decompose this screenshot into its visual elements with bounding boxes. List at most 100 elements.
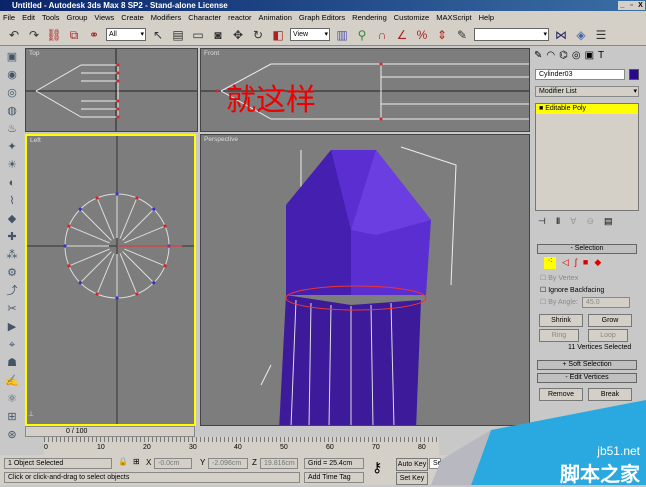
window-crossing-icon[interactable]: ◙ <box>210 27 226 43</box>
by-vertex-checkbox[interactable]: ☐ By Vertex <box>540 274 578 282</box>
bend-icon[interactable]: ⤴ <box>4 284 20 299</box>
bind-space-warp-icon[interactable]: ⚭ <box>86 27 102 43</box>
menu-group[interactable]: Group <box>67 11 88 24</box>
shrink-button[interactable]: Shrink <box>539 314 583 327</box>
spinner-snap-icon[interactable]: ⇕ <box>434 27 450 43</box>
menu-file[interactable]: File <box>3 11 15 24</box>
border-mode-icon[interactable]: ʃ <box>575 257 577 269</box>
object-name-input[interactable]: Cylinder03 <box>535 69 625 80</box>
rollout-soft-selection-header[interactable]: + Soft Selection <box>537 360 637 370</box>
auto-key-button[interactable]: Auto Key <box>396 458 428 471</box>
by-angle-checkbox[interactable]: ☐ By Angle: <box>540 298 578 306</box>
teapot-icon[interactable]: ♨ <box>4 122 20 137</box>
maximize-button[interactable]: ▫ <box>627 1 636 10</box>
pivot-icon[interactable]: ▥ <box>334 27 350 43</box>
absolute-mode-icon[interactable]: ⊞ <box>133 457 140 466</box>
viewport-perspective[interactable]: Perspective <box>200 134 530 426</box>
menu-graph-editors[interactable]: Graph Editors <box>299 11 345 24</box>
object-color-swatch[interactable] <box>629 69 639 80</box>
material-icon[interactable]: ◆ <box>4 212 20 227</box>
menu-help[interactable]: Help <box>479 11 494 24</box>
biped-icon[interactable]: ☗ <box>4 356 20 371</box>
ring-button[interactable]: Ring <box>539 329 579 342</box>
manipulate-icon[interactable]: ⚲ <box>354 27 370 43</box>
set-key-button[interactable]: Set Key <box>396 472 428 485</box>
edit-icon[interactable]: ✂ <box>4 302 20 317</box>
make-unique-icon[interactable]: ∀ <box>570 216 576 227</box>
modifier-list-dropdown[interactable]: Modifier List <box>535 86 639 97</box>
key-icon[interactable]: ⚷ <box>372 459 382 476</box>
lock-icon[interactable]: 🔒 <box>118 457 128 466</box>
rollout-edit-vertices-header[interactable]: - Edit Vertices <box>537 373 637 383</box>
close-button[interactable]: X <box>636 1 645 10</box>
scale-icon[interactable]: ◧ <box>270 27 286 43</box>
viewport-label[interactable]: Top <box>29 50 39 57</box>
helper-icon[interactable]: ✚ <box>4 230 20 245</box>
bone-icon[interactable]: ⌖ <box>4 338 20 353</box>
z-coordinate-input[interactable]: 19.816cm <box>260 458 298 469</box>
align-icon[interactable]: ◈ <box>573 27 589 43</box>
reactor-icon[interactable]: ⚛ <box>4 392 20 407</box>
menu-create[interactable]: Create <box>121 11 144 24</box>
viewport-left[interactable]: Left ⊥ <box>25 134 196 426</box>
named-selection-dropdown[interactable] <box>474 28 549 41</box>
cylinder-icon[interactable]: ◎ <box>4 86 20 101</box>
utilities-tab-icon[interactable]: T <box>598 50 604 61</box>
viewport-label[interactable]: Perspective <box>204 136 238 143</box>
element-mode-icon[interactable]: ◆ <box>594 257 601 269</box>
layer-manager-icon[interactable]: ☰ <box>593 27 609 43</box>
show-end-result-icon[interactable]: Ⅱ <box>556 216 560 227</box>
rotate-icon[interactable]: ↻ <box>250 27 266 43</box>
menu-customize[interactable]: Customize <box>394 11 429 24</box>
modify-tab-icon[interactable]: ◠ <box>546 50 555 61</box>
menu-character[interactable]: Character <box>188 11 221 24</box>
link-icon[interactable]: ⛓ <box>46 27 62 43</box>
particle-icon[interactable]: ⁂ <box>4 248 20 263</box>
uv-icon[interactable]: ⊞ <box>4 410 20 425</box>
light-icon[interactable]: ☀ <box>4 158 20 173</box>
menu-animation[interactable]: Animation <box>259 11 292 24</box>
angle-snap-icon[interactable]: ∠ <box>394 27 410 43</box>
shape-icon[interactable]: ✦ <box>4 140 20 155</box>
move-icon[interactable]: ✥ <box>230 27 246 43</box>
edge-mode-icon[interactable]: ◁ <box>562 257 569 269</box>
snap-toggle-icon[interactable]: ∩ <box>374 27 390 43</box>
stack-item-editable-poly[interactable]: ■ Editable Poly <box>536 104 638 114</box>
menu-modifiers[interactable]: Modifiers <box>151 11 181 24</box>
polygon-mode-icon[interactable]: ■ <box>583 257 588 269</box>
y-coordinate-input[interactable]: -2.096cm <box>208 458 248 469</box>
x-coordinate-input[interactable]: -0.0cm <box>154 458 192 469</box>
viewport-label[interactable]: Left <box>30 137 41 144</box>
remove-modifier-icon[interactable]: ⊖ <box>586 216 594 227</box>
selection-filter-dropdown[interactable]: All <box>106 28 146 41</box>
viewport-front[interactable]: Front 就这样 <box>200 48 530 132</box>
redo-icon[interactable]: ↷ <box>26 27 42 43</box>
box-icon[interactable]: ▣ <box>4 50 20 65</box>
named-selection-icon[interactable]: ✎ <box>454 27 470 43</box>
menu-rendering[interactable]: Rendering <box>352 11 387 24</box>
menu-tools[interactable]: Tools <box>42 11 60 24</box>
grow-button[interactable]: Grow <box>588 314 632 327</box>
animation-icon[interactable]: ⊛ <box>4 428 20 443</box>
hierarchy-tab-icon[interactable]: ⌬ <box>559 50 568 61</box>
mirror-icon[interactable]: ⋈ <box>553 27 569 43</box>
pin-stack-icon[interactable]: ⊣ <box>538 216 546 227</box>
reference-coord-dropdown[interactable]: View <box>290 28 330 41</box>
script-icon[interactable]: ✍ <box>4 374 20 389</box>
add-time-tag-button[interactable]: Add Time Tag <box>304 472 364 483</box>
select-by-name-icon[interactable]: ▤ <box>170 27 186 43</box>
torus-icon[interactable]: ◍ <box>4 104 20 119</box>
select-object-icon[interactable]: ↖ <box>150 27 166 43</box>
undo-icon[interactable]: ↶ <box>6 27 22 43</box>
menu-reactor[interactable]: reactor <box>228 11 251 24</box>
display-tab-icon[interactable]: ▣ <box>585 50 594 61</box>
sphere-icon[interactable]: ◉ <box>4 68 20 83</box>
menu-edit[interactable]: Edit <box>22 11 35 24</box>
system-icon[interactable]: ⚙ <box>4 266 20 281</box>
percent-snap-icon[interactable]: % <box>414 27 430 43</box>
create-tab-icon[interactable]: ✎ <box>534 50 542 61</box>
motion-tab-icon[interactable]: ◎ <box>572 50 581 61</box>
angle-spinner[interactable]: 45.0 <box>582 297 630 308</box>
rectangular-selection-icon[interactable]: ▭ <box>190 27 206 43</box>
time-slider[interactable]: 0 / 100 <box>25 426 195 437</box>
